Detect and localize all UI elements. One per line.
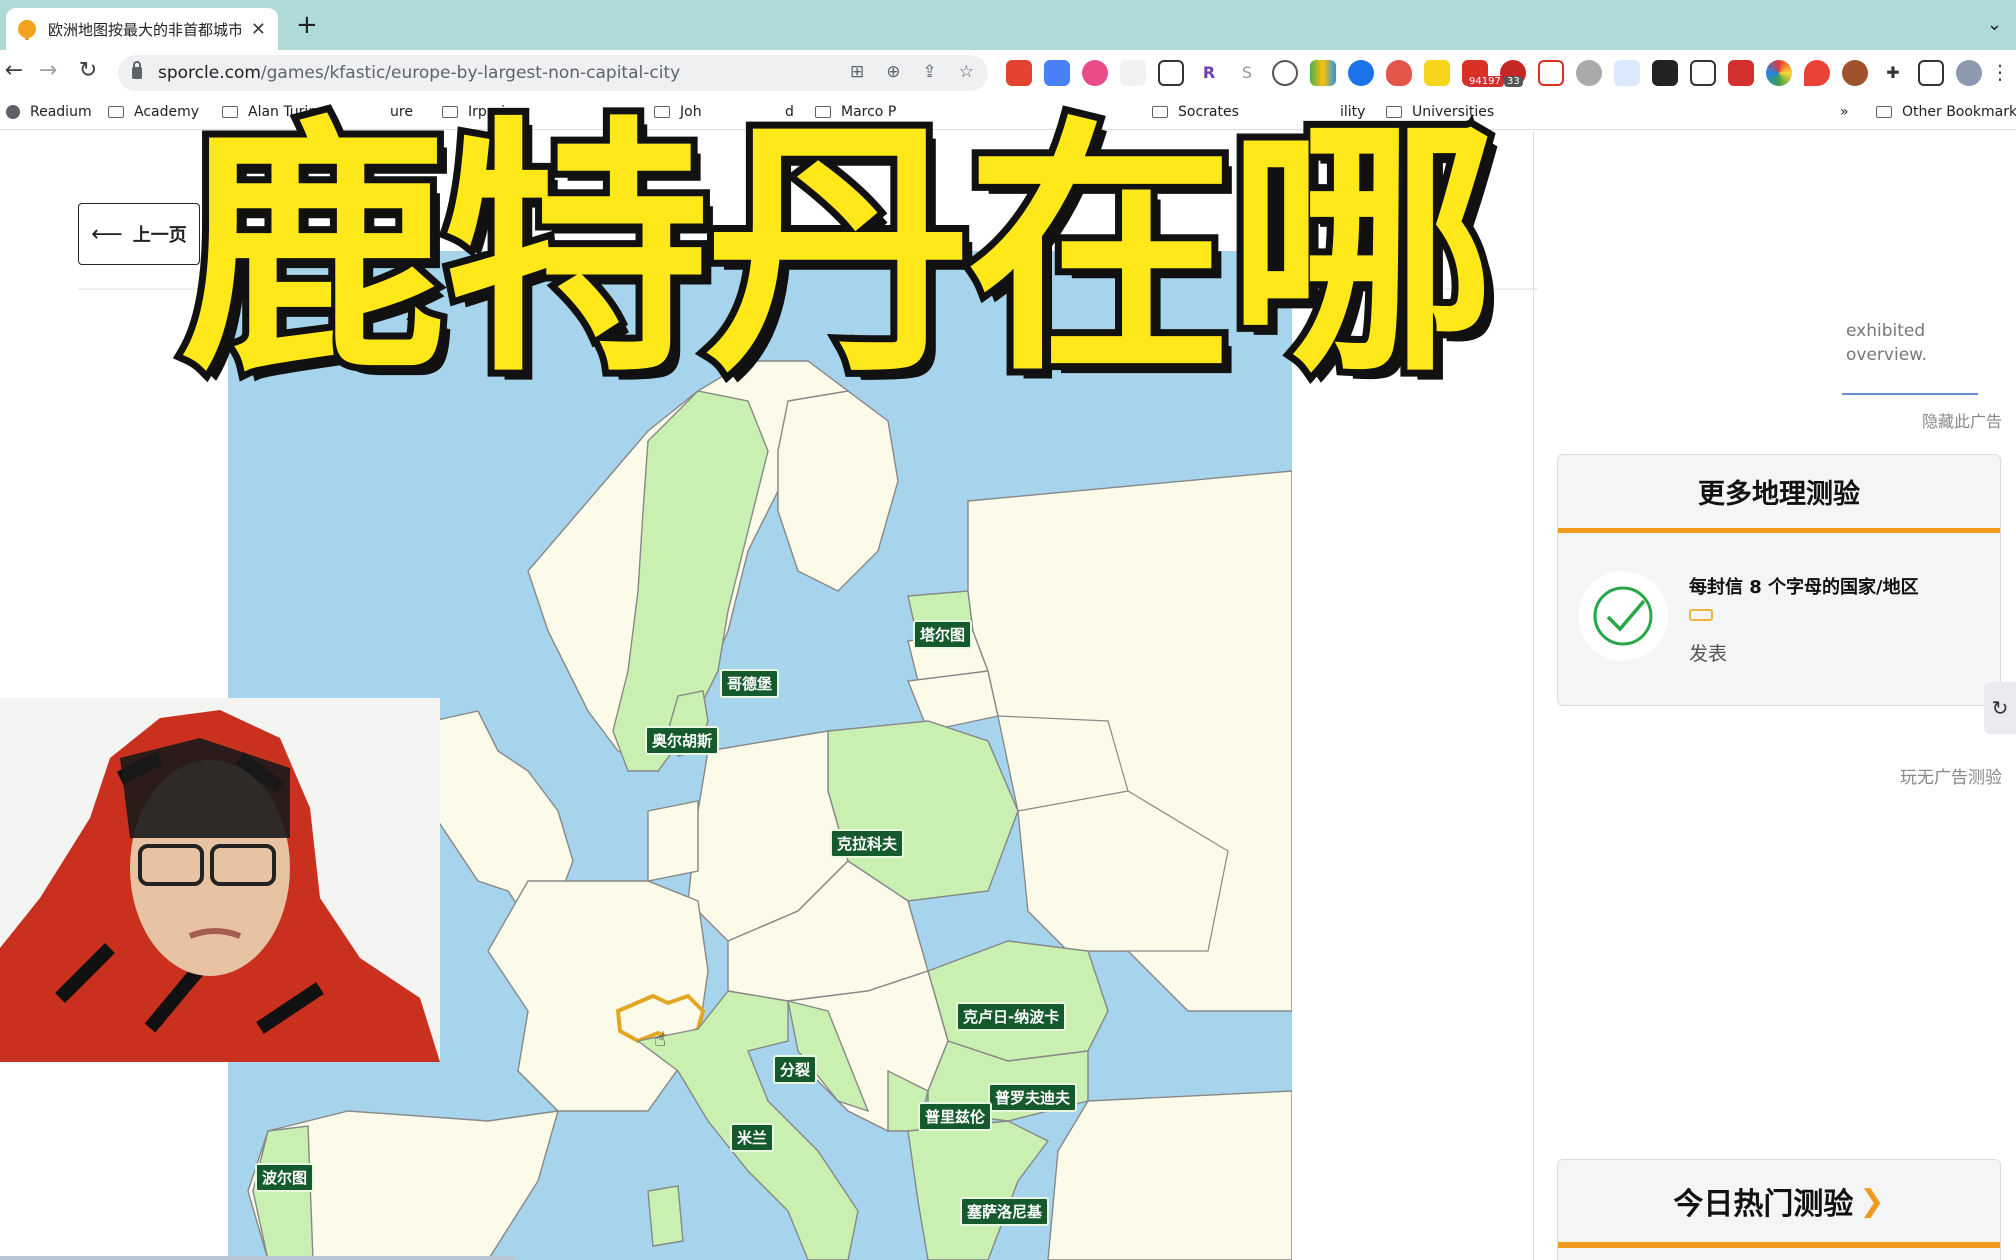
completed-check-icon xyxy=(1578,571,1668,661)
gmail-badge: 94197 xyxy=(1466,76,1504,87)
hand-cursor-icon: ☝ xyxy=(654,1027,667,1051)
screen: 欧洲地图按最大的非首都城市测验 ✕ + ⌄ ← → ↻ sporcle.com/… xyxy=(0,0,2016,1260)
city-label-cluj-napoca: 克卢日-纳波卡 xyxy=(956,1002,1067,1031)
new-tab-icon[interactable]: + xyxy=(296,12,318,38)
quiz-item[interactable]: 每封信 8 个字母的国家/地区 发表 xyxy=(1558,533,2000,701)
sidepanel-icon[interactable] xyxy=(1918,60,1944,86)
zoom-icon[interactable]: ⊕ xyxy=(886,62,900,82)
ad-free-link[interactable]: 玩无广告测验 xyxy=(1900,763,2002,788)
translate-icon[interactable]: ⊞ xyxy=(850,62,864,82)
todoist-extension-icon[interactable] xyxy=(1006,60,1032,86)
bookmark-other-bookmarks[interactable]: Other Bookmarks xyxy=(1876,104,2016,120)
chrome-menu-icon[interactable]: ⋮ xyxy=(1990,60,2010,84)
globe-icon xyxy=(6,105,20,119)
colorful-extension-icon[interactable] xyxy=(1310,60,1336,86)
s-extension-icon[interactable]: S xyxy=(1234,60,1260,86)
pip-extension-icon[interactable] xyxy=(1690,60,1716,86)
back-arrow-icon[interactable]: ← xyxy=(0,58,28,83)
city-label-prizren: 普里兹伦 xyxy=(918,1102,993,1131)
bookmark-label: Readium xyxy=(30,104,92,120)
city-label-aarhus: 奥尔胡斯 xyxy=(645,726,720,755)
heart-extension-icon[interactable] xyxy=(1538,60,1564,86)
gmail-extension-icon[interactable]: 94197 xyxy=(1462,60,1504,87)
city-label-gothenburg: 哥德堡 xyxy=(720,669,780,698)
color-wheel-extension-icon[interactable] xyxy=(1766,60,1792,86)
t-extension-icon[interactable] xyxy=(1082,60,1108,86)
omnibox-actions: ⊞ ⊕ ⇪ ☆ xyxy=(850,62,974,82)
video-title-overlay: 鹿特丹在哪 xyxy=(173,89,1503,415)
city-label-thessaloniki: 塞萨洛尼基 xyxy=(960,1197,1050,1226)
sporcle-favicon-icon xyxy=(18,20,36,40)
blank-extension-icon[interactable] xyxy=(1120,60,1146,86)
c-extension-icon[interactable] xyxy=(1272,60,1298,86)
more-quizzes-title: 更多地理测验 xyxy=(1558,455,2000,533)
city-label-tartu: 塔尔图 xyxy=(913,620,973,649)
share-icon[interactable]: ⇪ xyxy=(923,62,937,82)
profile-avatar-icon[interactable] xyxy=(1956,60,1982,86)
abp-badge: 33 xyxy=(1504,76,1523,87)
abp-extension-icon[interactable]: 33 xyxy=(1500,60,1526,87)
tab-title: 欧洲地图按最大的非首都城市测验 xyxy=(48,20,241,39)
left-arrow-icon: ⟵ xyxy=(91,221,123,247)
red-extension-icon[interactable] xyxy=(1728,60,1754,86)
reload-icon[interactable]: ↻ xyxy=(74,58,102,83)
bookmark-readium[interactable]: Readium xyxy=(6,104,92,120)
zotero-extension-icon[interactable] xyxy=(1348,60,1374,86)
streamer-figure xyxy=(0,698,440,1062)
close-tab-icon[interactable]: ✕ xyxy=(251,19,266,40)
hide-ad-link[interactable]: 隐藏此广告 xyxy=(1922,408,2002,432)
chevron-right-icon: ❯ xyxy=(1859,1183,1885,1219)
tab-bar: 欧洲地图按最大的非首都城市测验 ✕ + ⌄ xyxy=(0,0,2016,50)
horizontal-scrollbar[interactable] xyxy=(0,1256,515,1260)
city-label-plovdiv: 普罗夫迪夫 xyxy=(988,1083,1078,1112)
city-label-milan: 米兰 xyxy=(730,1123,775,1152)
doc-extension-icon[interactable] xyxy=(1614,60,1640,86)
address-bar[interactable]: sporcle.com/games/kfastic/europe-by-larg… xyxy=(118,55,988,91)
check-svg xyxy=(1593,586,1653,646)
puzzle-extensions-icon[interactable]: ✚ xyxy=(1880,60,1906,86)
more-geography-quizzes-panel: 更多地理测验 每封信 8 个字母的国家/地区 发表 xyxy=(1557,454,2001,706)
sardinia-shape[interactable] xyxy=(647,1185,684,1247)
keyboard-type-icon xyxy=(1689,609,1713,621)
dark-extension-icon[interactable] xyxy=(1652,60,1678,86)
city-label-split: 分裂 xyxy=(773,1055,818,1084)
lock-icon xyxy=(132,61,142,79)
cursor-extension-icon[interactable] xyxy=(1158,60,1184,86)
quiz-item-name[interactable]: 每封信 8 个字母的国家/地区 xyxy=(1689,573,1919,599)
hot-today-label: 今日热门测验 xyxy=(1673,1187,1854,1222)
active-tab[interactable]: 欧洲地图按最大的非首都城市测验 ✕ xyxy=(6,8,278,50)
tab-search-chevron-icon[interactable]: ⌄ xyxy=(1987,14,2002,35)
previous-page-label: 上一页 xyxy=(132,225,187,246)
browser-toolbar: ← → ↻ sporcle.com/games/kfastic/europe-b… xyxy=(0,50,2016,96)
shield-extension-icon[interactable] xyxy=(1386,60,1412,86)
quiz-item-status: 发表 xyxy=(1689,643,1728,665)
folder-icon xyxy=(108,106,124,118)
forward-arrow-icon[interactable]: → xyxy=(34,58,62,83)
hot-today-panel: 今日热门测验 ❯ xyxy=(1557,1159,2001,1260)
google-translate-extension-icon[interactable] xyxy=(1044,60,1070,86)
benelux-shape[interactable] xyxy=(647,800,699,882)
bookmark-label: Other Bookmarks xyxy=(1902,104,2016,120)
r-extension-icon[interactable]: R xyxy=(1196,60,1222,86)
city-label-porto: 波尔图 xyxy=(255,1163,315,1192)
city-label-krakow: 克拉科夫 xyxy=(830,829,905,858)
url-path: /games/kfastic/europe-by-largest-non-cap… xyxy=(260,63,681,83)
webcam-overlay xyxy=(0,698,440,1062)
yellow-extension-icon[interactable] xyxy=(1424,60,1450,86)
turkey-shape[interactable] xyxy=(1047,1090,1293,1260)
url-domain: sporcle.com xyxy=(158,63,261,83)
url-text: sporcle.com/games/kfastic/europe-by-larg… xyxy=(158,63,680,83)
cookie-extension-icon[interactable] xyxy=(1842,60,1868,86)
hot-today-title[interactable]: 今日热门测验 ❯ xyxy=(1558,1160,2000,1248)
map-pin-extension-icon[interactable] xyxy=(1804,60,1830,86)
bookmark-star-icon[interactable]: ☆ xyxy=(959,62,974,82)
extensions-row: R S 94197 33 ✚ xyxy=(1006,60,1982,87)
refresh-icon[interactable]: ↻ xyxy=(1984,682,2016,734)
gray-extension-icon[interactable] xyxy=(1576,60,1602,86)
